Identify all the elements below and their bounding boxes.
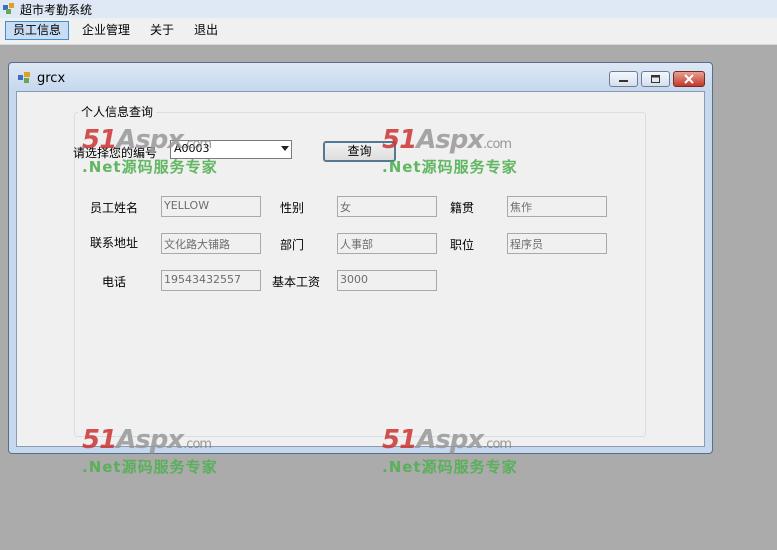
watermark-logo: 51Aspx.com .Net源码服务专家 xyxy=(82,125,218,176)
gender-field[interactable]: 女 xyxy=(337,196,437,217)
phone-label: 电话 xyxy=(102,275,127,289)
child-title: grcx xyxy=(37,71,66,86)
name-label: 员工姓名 xyxy=(90,201,139,215)
app-icon xyxy=(3,3,14,14)
menubar: 员工信息 企业管理 关于 退出 xyxy=(0,18,777,45)
watermark-logo: 51Aspx.com .Net源码服务专家 xyxy=(82,425,218,476)
app-titlebar: 超市考勤系统 xyxy=(0,0,777,18)
hometown-label: 籍贯 xyxy=(450,201,475,215)
minimize-button[interactable] xyxy=(609,71,638,87)
menu-item-about[interactable]: 关于 xyxy=(143,21,181,40)
chevron-down-icon[interactable] xyxy=(281,146,289,151)
base-salary-label: 基本工资 xyxy=(272,275,321,289)
watermark-logo: 51Aspx.com .Net源码服务专家 xyxy=(382,125,518,176)
department-label: 部门 xyxy=(280,238,305,252)
minimize-icon xyxy=(619,80,628,82)
close-icon xyxy=(684,74,694,84)
department-field[interactable]: 人事部 xyxy=(337,233,437,254)
position-label: 职位 xyxy=(450,238,475,252)
menu-item-employee-info[interactable]: 员工信息 xyxy=(5,21,70,40)
name-field[interactable]: YELLOW xyxy=(161,196,261,217)
child-window: grcx 个人信息查询 请选择您的编号 A0003 查询 员工姓名 YELLOW… xyxy=(8,62,713,454)
position-field[interactable]: 程序员 xyxy=(507,233,607,254)
base-salary-field[interactable]: 3000 xyxy=(337,270,437,291)
child-titlebar[interactable]: grcx xyxy=(9,63,712,91)
menu-item-exit[interactable]: 退出 xyxy=(187,21,225,40)
group-title: 个人信息查询 xyxy=(78,103,157,120)
phone-field[interactable]: 19543432557 xyxy=(161,270,261,291)
hometown-field[interactable]: 焦作 xyxy=(507,196,607,217)
gender-label: 性别 xyxy=(280,201,305,215)
maximize-button[interactable] xyxy=(641,71,670,87)
restore-icon xyxy=(651,75,660,83)
address-label: 联系地址 xyxy=(90,236,139,250)
close-button[interactable] xyxy=(673,71,705,87)
address-field[interactable]: 文化路大铺路 xyxy=(161,233,261,254)
watermark-logo: 51Aspx.com .Net源码服务专家 xyxy=(382,425,518,476)
window-icon xyxy=(18,72,30,83)
app-title: 超市考勤系统 xyxy=(20,3,93,17)
menu-item-enterprise-management[interactable]: 企业管理 xyxy=(75,21,137,40)
